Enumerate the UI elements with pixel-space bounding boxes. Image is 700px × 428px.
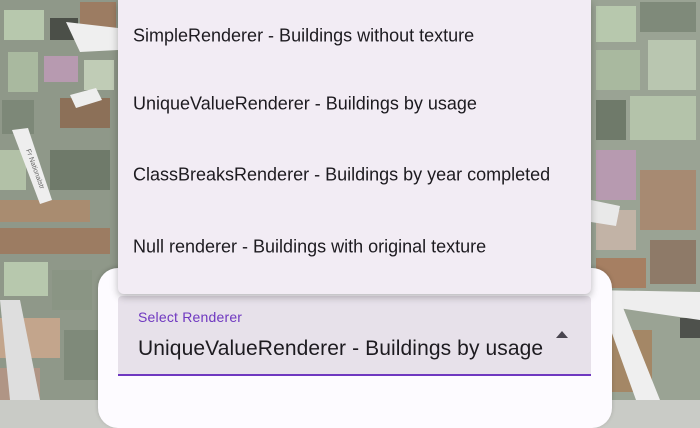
menu-item-simple-renderer[interactable]: SimpleRenderer - Buildings without textu… [118,0,591,72]
menu-item-label: Null renderer - Buildings with original … [133,236,487,257]
select-value: UniqueValueRenderer - Buildings by usage [138,337,544,360]
renderer-select[interactable]: Select Renderer UniqueValueRenderer - Bu… [118,296,591,376]
menu-item-unique-value-renderer[interactable]: UniqueValueRenderer - Buildings by usage [118,68,591,140]
menu-item-null-renderer[interactable]: Null renderer - Buildings with original … [118,211,591,283]
menu-item-label: SimpleRenderer - Buildings without textu… [133,25,475,46]
caret-up-icon[interactable] [556,331,568,338]
menu-item-label: UniqueValueRenderer - Buildings by usage [133,93,477,114]
select-label: Select Renderer [138,309,243,325]
menu-item-class-breaks-renderer[interactable]: ClassBreaksRenderer - Buildings by year … [118,139,591,211]
menu-item-label: ClassBreaksRenderer - Buildings by year … [133,164,551,185]
renderer-menu: SimpleRenderer - Buildings without textu… [118,0,591,294]
